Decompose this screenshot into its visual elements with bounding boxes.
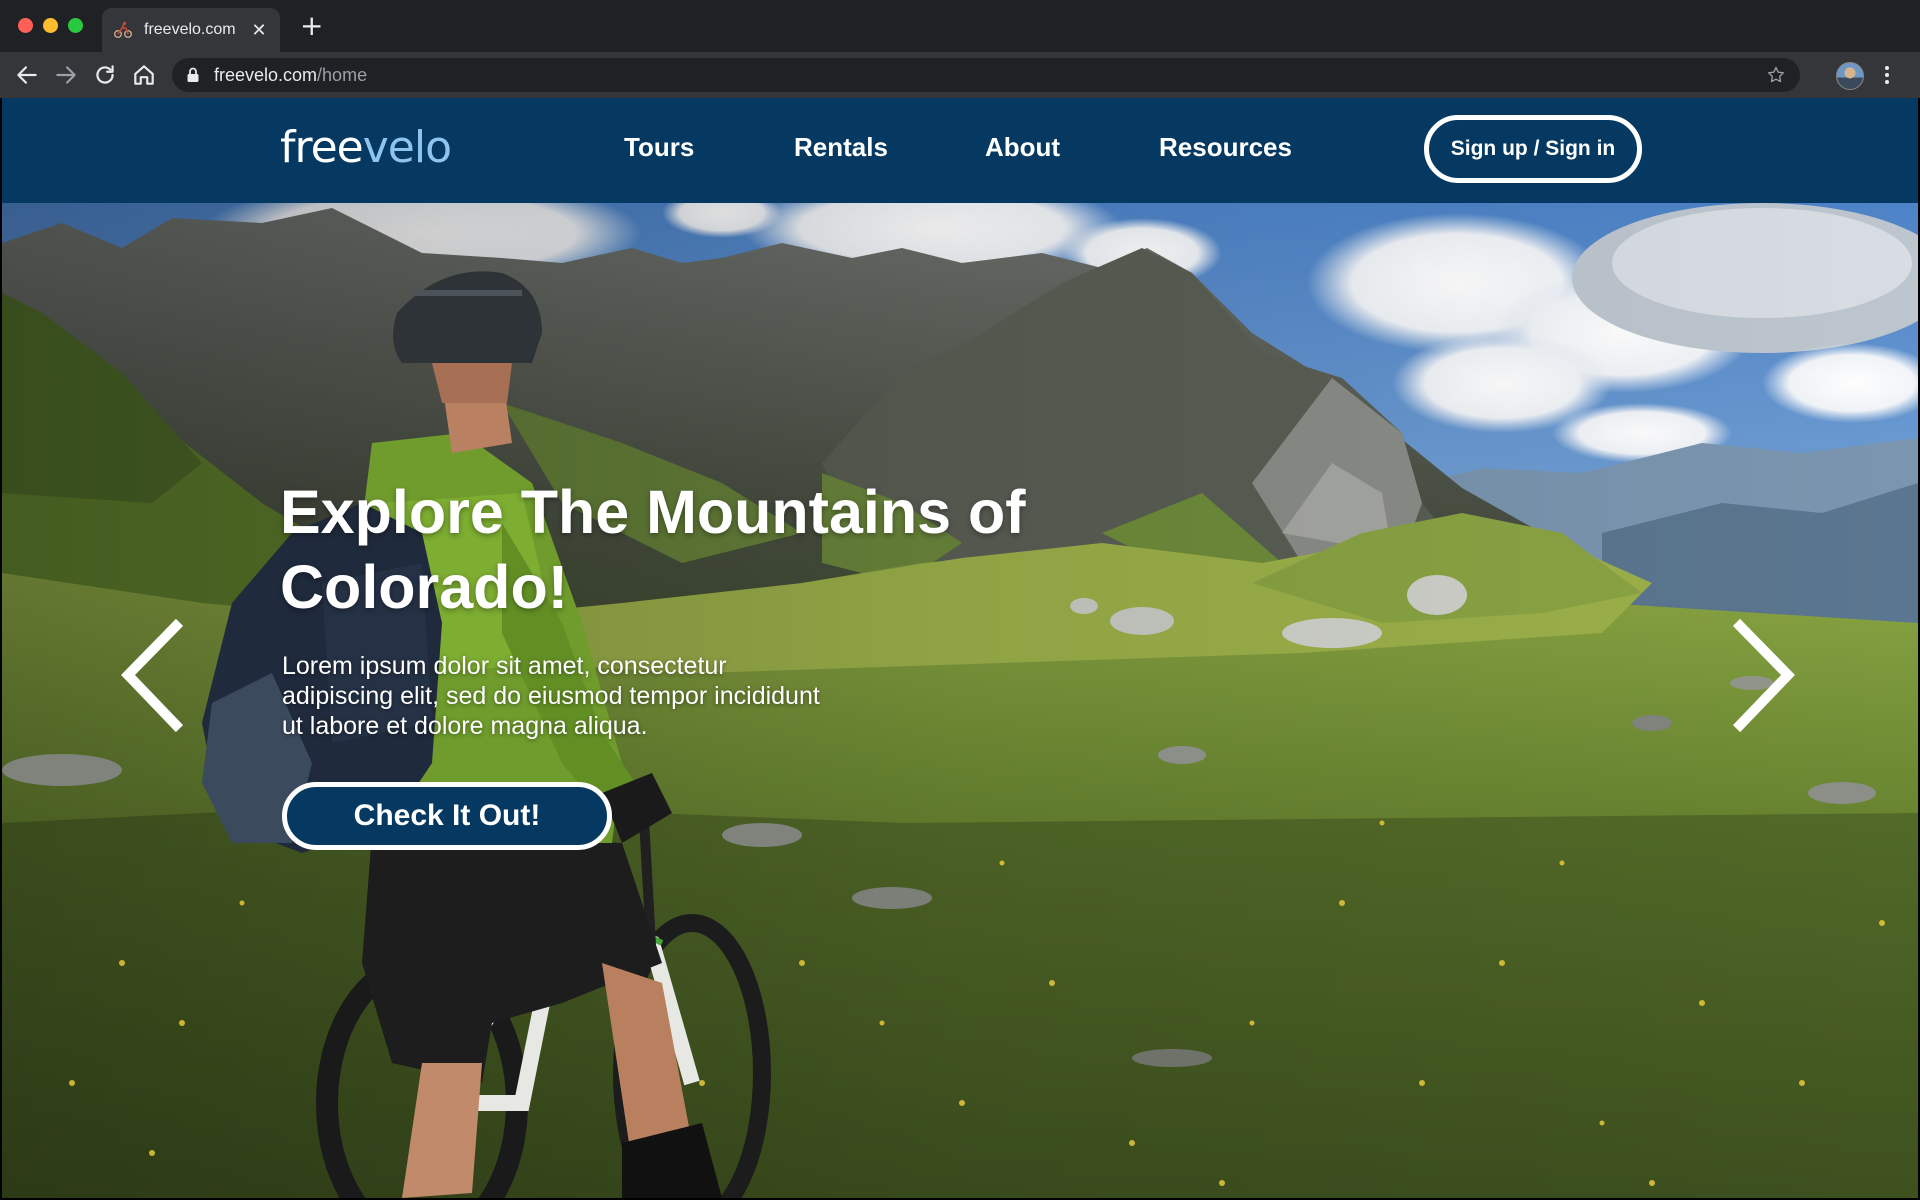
url-host: freevelo.com: [214, 64, 318, 85]
minimize-window-button[interactable]: [43, 18, 58, 33]
profile-avatar[interactable]: [1836, 62, 1864, 90]
browser-toolbar: freevelo.com/home: [0, 52, 1920, 98]
url-text[interactable]: freevelo.com/home: [214, 65, 1766, 86]
kebab-menu-icon[interactable]: [1884, 63, 1890, 87]
home-icon[interactable]: [131, 62, 157, 88]
browser-titlebar: freevelo.com ✕ +: [0, 0, 1920, 52]
tab-title: freevelo.com: [144, 21, 236, 38]
star-icon[interactable]: [1766, 65, 1786, 85]
carousel-next-arrow-icon[interactable]: [1732, 618, 1798, 733]
reload-icon[interactable]: [92, 62, 118, 88]
hero-title: Explore The Mountains of Colorado!: [280, 478, 1026, 621]
logo-text-free: free: [280, 122, 364, 173]
tab-close-icon[interactable]: ✕: [250, 21, 268, 39]
maximize-window-button[interactable]: [68, 18, 83, 33]
logo-text-velo: velo: [362, 122, 452, 173]
nav-link-tours[interactable]: Tours: [624, 132, 694, 163]
carousel-prev-arrow-icon[interactable]: [118, 618, 184, 733]
nav-link-resources[interactable]: Resources: [1159, 132, 1292, 163]
webpage: freevelo Tours Rentals About Resources S…: [2, 98, 1918, 1198]
forward-arrow-icon[interactable]: [53, 62, 79, 88]
address-bar[interactable]: freevelo.com/home: [172, 58, 1800, 92]
new-tab-button[interactable]: +: [300, 12, 323, 40]
signup-signin-button[interactable]: Sign up / Sign in: [1424, 115, 1642, 183]
nav-link-about[interactable]: About: [985, 132, 1060, 163]
check-it-out-button[interactable]: Check It Out!: [282, 782, 612, 850]
close-window-button[interactable]: [18, 18, 33, 33]
url-path: /home: [317, 64, 368, 85]
browser-tab[interactable]: freevelo.com ✕: [102, 8, 280, 52]
hero-description: Lorem ipsum dolor sit amet, consectetur …: [282, 652, 820, 740]
nav-link-rentals[interactable]: Rentals: [794, 132, 888, 163]
freevelo-logo[interactable]: freevelo: [280, 122, 452, 173]
back-arrow-icon[interactable]: [14, 62, 40, 88]
cyclist-favicon-icon: [114, 21, 132, 38]
hero-carousel: Explore The Mountains of Colorado! Lorem…: [2, 203, 1918, 1198]
site-header: freevelo Tours Rentals About Resources S…: [2, 98, 1918, 203]
lock-icon: [187, 67, 199, 82]
